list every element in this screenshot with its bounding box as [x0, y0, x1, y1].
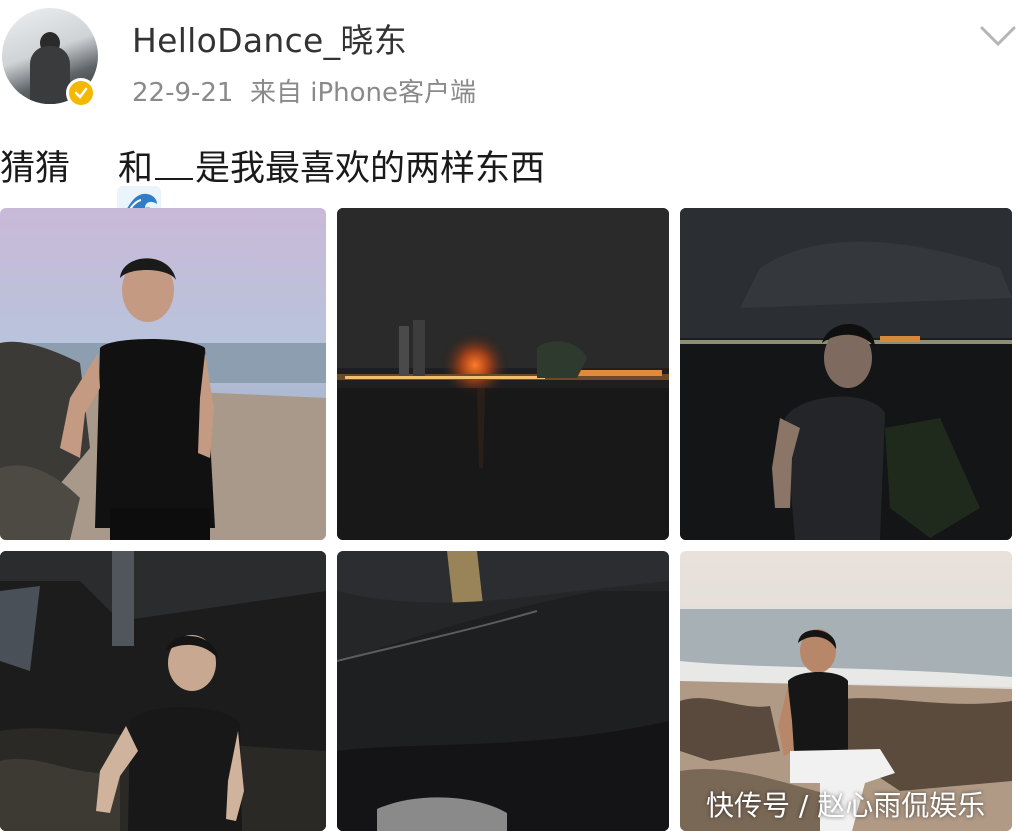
photo-5[interactable]: [337, 551, 669, 831]
blank-underline: [155, 148, 194, 180]
photo-4[interactable]: [0, 551, 326, 831]
post-text: 猜猜 和是我最喜欢的两样东西: [0, 140, 546, 226]
post-meta: 22-9-21 来自 iPhone客户端: [132, 78, 477, 108]
water-wave-icon: [72, 146, 161, 226]
photo-2[interactable]: [337, 208, 669, 540]
avatar-figure: [30, 46, 70, 104]
post-text-before: 猜猜: [0, 149, 71, 189]
photo-1[interactable]: [0, 208, 326, 540]
watermark: 快传号 / 赵心雨侃娱乐: [706, 789, 986, 822]
username[interactable]: HelloDance_晓东: [132, 14, 407, 62]
photo-3[interactable]: [680, 208, 1012, 540]
chevron-down-icon[interactable]: [978, 22, 1018, 50]
post-text-after: 和是我最喜欢的两样东西: [118, 148, 546, 189]
verified-badge-icon: [66, 78, 96, 108]
